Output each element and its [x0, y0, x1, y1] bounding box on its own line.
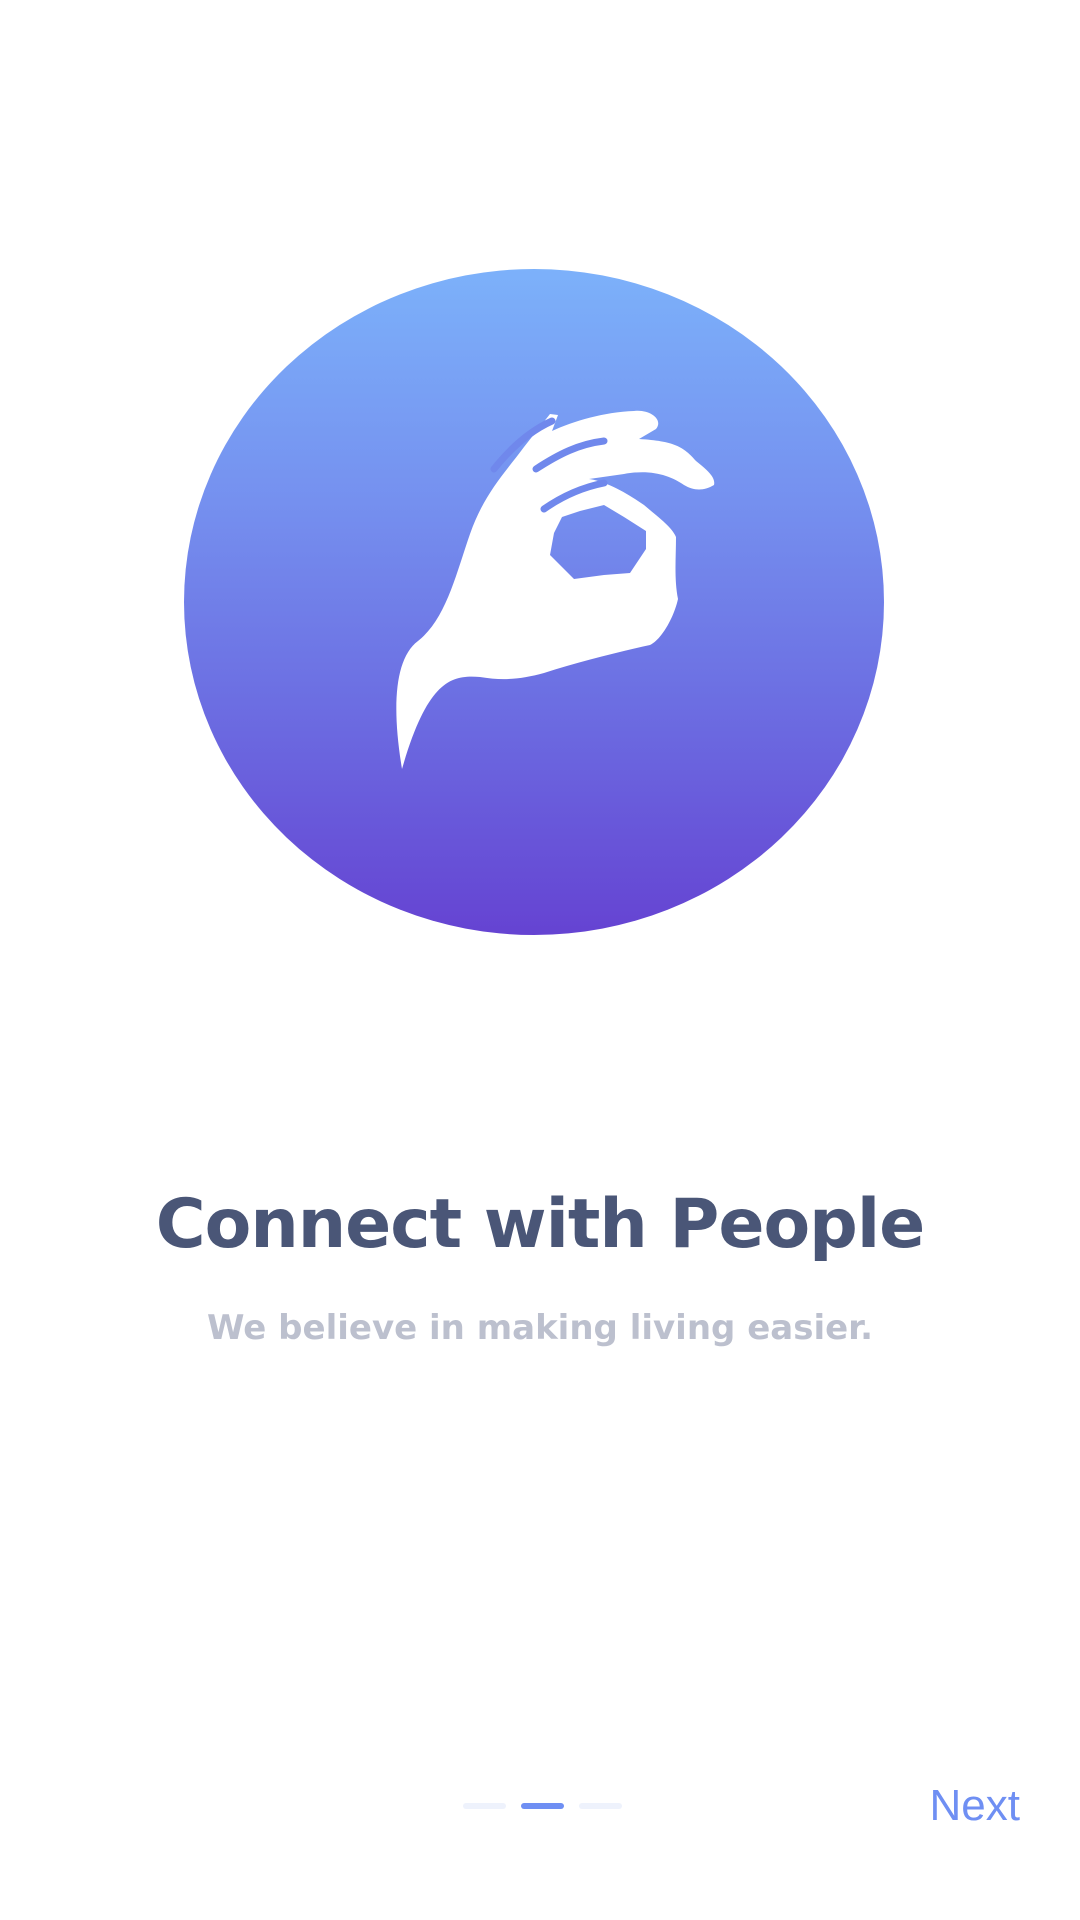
ok-hand-gesture-icon: [396, 410, 715, 769]
onboarding-screen: Connect with People We believe in making…: [0, 0, 1080, 1920]
next-button[interactable]: Next: [880, 1778, 1020, 1834]
page-dot-1[interactable]: [463, 1803, 506, 1809]
page-subtitle: We believe in making living easier.: [206, 1308, 874, 1348]
page-dot-2-active[interactable]: [521, 1803, 564, 1809]
page-indicator: [463, 1803, 622, 1811]
page-title: Connect with People: [155, 1185, 926, 1264]
hero-illustration: [184, 269, 884, 935]
page-dot-3[interactable]: [579, 1803, 622, 1809]
